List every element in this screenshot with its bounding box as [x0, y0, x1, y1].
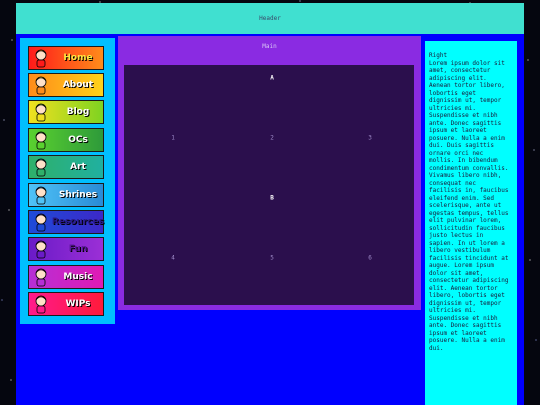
nav-button-wips[interactable]: WIPs [28, 292, 104, 316]
character-sprite-icon [31, 102, 51, 123]
character-sprite-icon [31, 185, 51, 206]
grid-cell-6: 6 [368, 254, 372, 262]
nav-button-about[interactable]: About [28, 73, 104, 97]
nav-label: Resources [51, 217, 105, 227]
grid-cell-3: 3 [368, 134, 372, 142]
main-panel: Main A 1 2 3 B 4 5 6 [118, 36, 421, 310]
grid-cell-4: 4 [171, 254, 175, 262]
section-title-a: A [270, 74, 274, 82]
character-sprite-icon [31, 75, 51, 96]
character-sprite-icon [31, 212, 51, 233]
nav-label: Home [63, 53, 93, 63]
nav-label: Fun [68, 244, 88, 254]
nav-button-resources[interactable]: Resources [28, 210, 104, 234]
grid-cell-2: 2 [270, 134, 274, 142]
nav-button-fun[interactable]: Fun [28, 237, 104, 261]
nav-button-blog[interactable]: Blog [28, 100, 104, 124]
nav-button-ocs[interactable]: OCs [28, 128, 104, 152]
header-title: Header [259, 15, 281, 22]
nav-label: Shrines [58, 190, 98, 200]
content-grid: A 1 2 3 B 4 5 6 [124, 65, 414, 305]
nav-button-home[interactable]: Home [28, 46, 104, 70]
page-header: Header [16, 3, 524, 34]
grid-cell-1: 1 [171, 134, 175, 142]
nav-label: Art [70, 162, 86, 172]
section-title-b: B [270, 194, 274, 202]
nav-label: OCs [68, 135, 88, 145]
nav-button-music[interactable]: Music [28, 265, 104, 289]
nav-button-art[interactable]: Art [28, 155, 104, 179]
nav-label: About [62, 80, 94, 90]
grid-cell-5: 5 [270, 254, 274, 262]
right-body-text: Lorem ipsum dolor sit amet, consectetur … [429, 59, 509, 352]
character-sprite-icon [31, 239, 51, 260]
character-sprite-icon [31, 294, 51, 315]
sidebar-nav: Home About Blog OCs Art Shrines Resource… [20, 38, 115, 324]
nav-button-shrines[interactable]: Shrines [28, 183, 104, 207]
main-title: Main [262, 43, 277, 50]
character-sprite-icon [31, 267, 51, 288]
nav-label: WIPs [65, 299, 91, 309]
character-sprite-icon [31, 157, 51, 178]
nav-label: Music [63, 272, 93, 282]
nav-label: Blog [66, 107, 90, 117]
character-sprite-icon [31, 48, 51, 69]
character-sprite-icon [31, 130, 51, 151]
right-sidebar: Right Lorem ipsum dolor sit amet, consec… [425, 41, 517, 405]
right-title: Right [429, 52, 448, 59]
